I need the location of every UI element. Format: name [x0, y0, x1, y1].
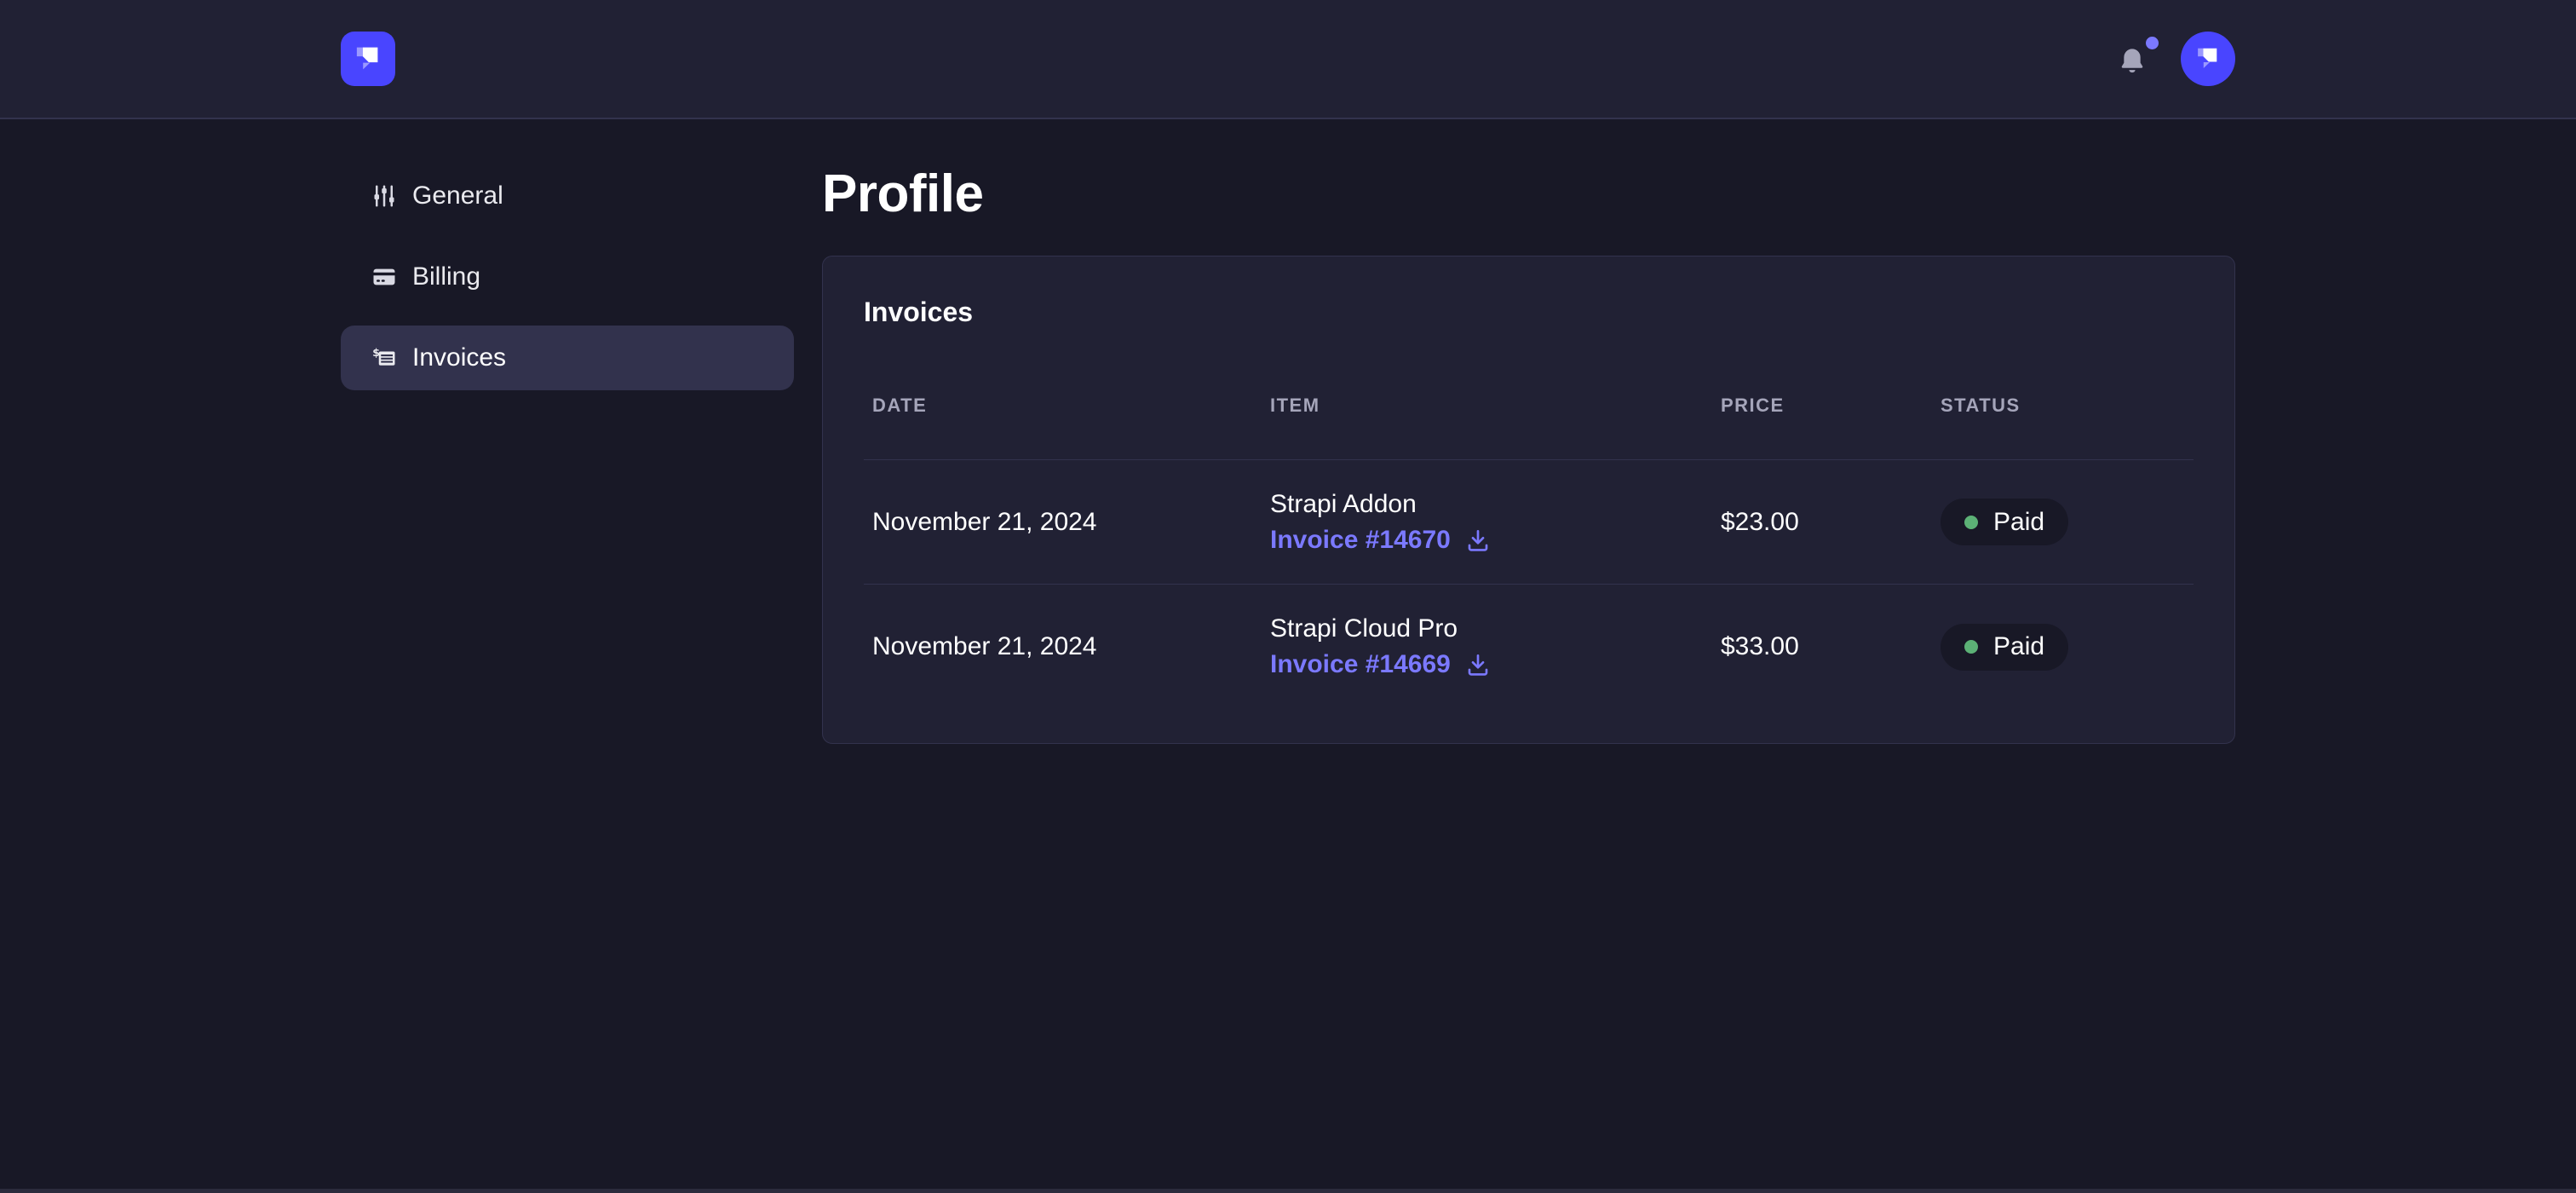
- invoice-date: November 21, 2024: [864, 632, 1262, 661]
- invoice-price: $33.00: [1712, 632, 1932, 661]
- sidebar-item-label: General: [412, 182, 503, 210]
- invoice-item-cell: Strapi Addon Invoice #14670: [1262, 487, 1712, 557]
- sidebar-item-general[interactable]: General: [341, 164, 794, 228]
- invoice-number-link[interactable]: Invoice #14670: [1270, 523, 1451, 557]
- user-avatar[interactable]: [2181, 32, 2235, 86]
- svg-text:$: $: [372, 346, 380, 359]
- invoice-status-cell: Paid: [1932, 624, 2194, 671]
- invoices-card: Invoices DATE ITEM PRICE STATUS November…: [822, 256, 2235, 744]
- invoices-card-title: Invoices: [864, 294, 2194, 330]
- paid-status-dot: [1964, 516, 1978, 529]
- sliders-icon: [371, 183, 397, 209]
- top-bar: [0, 0, 2576, 119]
- page-title: Profile: [822, 164, 2235, 225]
- column-header-status: STATUS: [1932, 395, 2194, 417]
- main-content: Profile Invoices DATE ITEM PRICE STATUS …: [822, 119, 2235, 744]
- window-bottom-edge: [0, 1189, 2576, 1193]
- invoice-date: November 21, 2024: [864, 508, 1262, 537]
- sidebar-item-invoices[interactable]: $ Invoices: [341, 326, 794, 390]
- column-header-price: PRICE: [1712, 395, 1932, 417]
- table-row: November 21, 2024 Strapi Cloud Pro Invoi…: [864, 585, 2194, 709]
- invoice-icon: $: [371, 345, 397, 371]
- strapi-home-button[interactable]: [341, 32, 395, 86]
- bell-icon: [2116, 45, 2148, 78]
- invoice-status-cell: Paid: [1932, 499, 2194, 545]
- download-icon[interactable]: [1464, 527, 1492, 554]
- status-badge: Paid: [1941, 624, 2068, 671]
- sidebar-item-label: Invoices: [412, 343, 506, 372]
- invoices-table-header: DATE ITEM PRICE STATUS: [864, 330, 2194, 460]
- download-icon[interactable]: [1464, 651, 1492, 678]
- invoice-price: $23.00: [1712, 508, 1932, 537]
- status-label: Paid: [1993, 632, 2044, 661]
- invoice-item-cell: Strapi Cloud Pro Invoice #14669: [1262, 612, 1712, 682]
- strapi-logo-icon: [350, 39, 386, 79]
- top-bar-actions: [2116, 32, 2235, 86]
- column-header-item: ITEM: [1262, 395, 1712, 417]
- invoice-item-name: Strapi Cloud Pro: [1270, 612, 1712, 646]
- invoice-number-link[interactable]: Invoice #14669: [1270, 648, 1451, 682]
- top-bar-inner: [341, 32, 2235, 86]
- paid-status-dot: [1964, 640, 1978, 654]
- invoice-item-name: Strapi Addon: [1270, 487, 1712, 522]
- credit-card-icon: [371, 264, 397, 290]
- sidebar-item-label: Billing: [412, 262, 480, 291]
- notification-dot: [2146, 37, 2159, 49]
- strapi-logo-icon: [2192, 41, 2224, 78]
- settings-sidebar: General Billing $: [341, 164, 794, 406]
- notifications-button[interactable]: [2116, 42, 2148, 76]
- status-label: Paid: [1993, 508, 2044, 537]
- column-header-date: DATE: [864, 395, 1262, 417]
- content-layout: General Billing $: [341, 119, 2235, 744]
- sidebar-item-billing[interactable]: Billing: [341, 245, 794, 309]
- status-badge: Paid: [1941, 499, 2068, 545]
- table-row: November 21, 2024 Strapi Addon Invoice #…: [864, 460, 2194, 585]
